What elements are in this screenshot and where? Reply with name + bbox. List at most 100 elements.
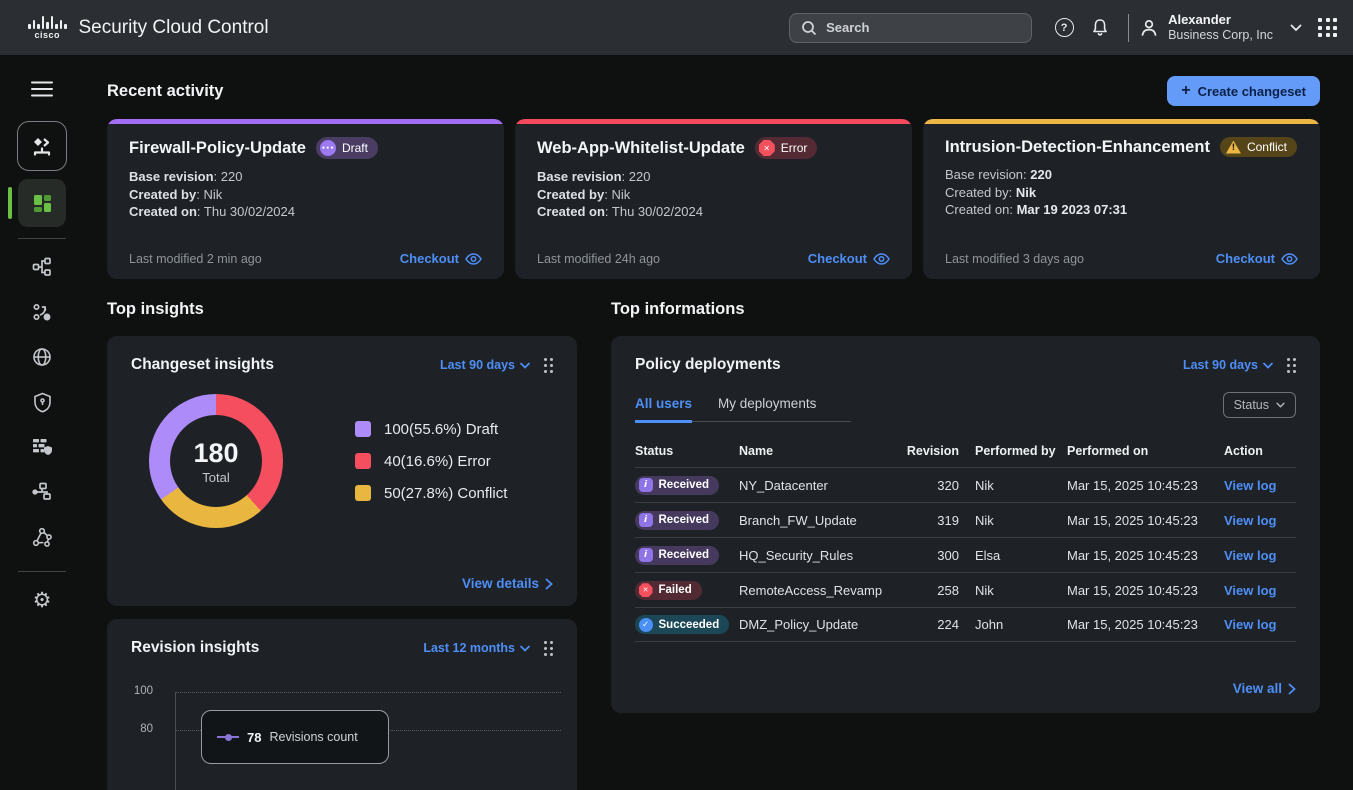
legend-item: 50(27.8%) Conflict — [355, 485, 507, 502]
last-modified-text: Last modified 3 days ago — [945, 252, 1084, 266]
sidebar-item-topology[interactable] — [24, 474, 60, 510]
policy-deployments-panel: Policy deployments Last 90 days All user… — [611, 336, 1320, 713]
sidebar-item-security[interactable] — [24, 384, 60, 420]
drag-handle-icon[interactable] — [1287, 358, 1296, 373]
badge-label: Conflict — [1247, 140, 1287, 154]
badge-label: Error — [781, 141, 808, 155]
last-modified-text: Last modified 24h ago — [537, 252, 660, 266]
meta-sep: : — [214, 169, 221, 184]
sidebar-item-integrations[interactable] — [24, 519, 60, 555]
panel-title: Policy deployments — [635, 356, 781, 374]
legend-swatch — [355, 421, 371, 437]
status-filter-dropdown[interactable]: Status — [1223, 392, 1296, 418]
checkout-link[interactable]: Checkout — [400, 251, 482, 266]
view-log-link[interactable]: View log — [1224, 617, 1296, 632]
search-box[interactable] — [789, 13, 1032, 43]
card-title: Intrusion-Detection-Enhancement — [945, 138, 1210, 157]
meta-value: 220 — [629, 169, 651, 184]
view-log-link[interactable]: View log — [1224, 513, 1296, 528]
checkout-link[interactable]: Checkout — [1216, 251, 1298, 266]
topology-icon — [32, 482, 53, 502]
notifications-button[interactable] — [1082, 10, 1118, 46]
gridline — [175, 692, 561, 693]
panel-title: Changeset insights — [131, 356, 274, 374]
table-row[interactable]: iReceived NY_Datacenter 320 Nik Mar 15, … — [635, 467, 1296, 502]
view-all-link[interactable]: View all — [1233, 681, 1296, 696]
donut-total-label: Total — [202, 470, 229, 485]
info-icon: i — [639, 548, 653, 562]
firewall-icon — [32, 437, 53, 457]
deployments-tabs: All users My deployments — [635, 396, 851, 422]
panel-title: Revision insights — [131, 639, 259, 657]
changeset-insights-panel: Changeset insights Last 90 days 180 Tot — [107, 336, 577, 606]
search-input[interactable] — [826, 20, 1020, 35]
changeset-card-draft[interactable]: Firewall-Policy-Update ••• Draft Base re… — [107, 119, 504, 279]
meta-label: Created by — [945, 185, 1009, 200]
tab-all-users[interactable]: All users — [635, 396, 692, 423]
table-row[interactable]: ✕Failed RemoteAccess_Revamp 258 Nik Mar … — [635, 572, 1296, 607]
changeset-card-error[interactable]: Web-App-Whitelist-Update ✕ Error Base re… — [515, 119, 912, 279]
meta-label: Created by — [129, 187, 196, 202]
period-dropdown[interactable]: Last 90 days — [1183, 358, 1273, 372]
sidebar-item-changesets[interactable] — [17, 121, 67, 171]
legend-label: 100(55.6%) Draft — [384, 421, 498, 438]
sidebar-item-workflows[interactable] — [24, 294, 60, 330]
help-button[interactable]: ? — [1046, 10, 1082, 46]
cell-name: NY_Datacenter — [739, 478, 903, 493]
checkout-label: Checkout — [400, 251, 459, 266]
cell-performed-by: Elsa — [975, 548, 1067, 563]
meta-value: Nik — [611, 187, 630, 202]
sidebar: ⚙ — [0, 55, 84, 790]
meta-value: Nik — [1016, 185, 1036, 200]
eye-icon — [1281, 253, 1298, 265]
tab-my-deployments[interactable]: My deployments — [718, 396, 816, 423]
cell-name: Branch_FW_Update — [739, 513, 903, 528]
drag-handle-icon[interactable] — [544, 641, 553, 656]
user-menu[interactable]: Alexander Business Corp, Inc — [1139, 12, 1302, 43]
meta-sep: : — [197, 204, 204, 219]
table-row[interactable]: iReceived Branch_FW_Update 319 Nik Mar 1… — [635, 502, 1296, 537]
view-log-link[interactable]: View log — [1224, 583, 1296, 598]
drag-handle-icon[interactable] — [544, 358, 553, 373]
table-row[interactable]: ✓Succeeded DMZ_Policy_Update 224 John Ma… — [635, 607, 1296, 642]
sidebar-item-dashboard[interactable] — [18, 179, 66, 227]
sidebar-item-global[interactable] — [24, 339, 60, 375]
apps-grid-icon[interactable] — [1318, 18, 1337, 37]
cell-performed-on: Mar 15, 2025 10:45:23 — [1067, 513, 1224, 528]
search-icon — [801, 20, 817, 36]
changeset-donut: 180 Total — [149, 394, 283, 528]
draft-dots-icon: ••• — [320, 140, 336, 156]
view-details-label: View details — [462, 576, 539, 591]
chart-tooltip: 78 Revisions count — [201, 710, 389, 764]
period-dropdown[interactable]: Last 90 days — [440, 358, 530, 372]
status-label: Received — [659, 549, 710, 561]
period-dropdown[interactable]: Last 12 months — [423, 641, 530, 655]
meta-label: Created by — [537, 187, 604, 202]
menu-toggle-button[interactable] — [24, 71, 60, 107]
chevron-down-icon — [1290, 24, 1302, 32]
sidebar-divider-bottom — [18, 571, 66, 572]
y-tick: 80 — [107, 723, 153, 735]
legend-label: 40(16.6%) Error — [384, 453, 491, 470]
table-row[interactable]: iReceived HQ_Security_Rules 300 Elsa Mar… — [635, 537, 1296, 572]
changeset-card-conflict[interactable]: Intrusion-Detection-Enhancement ! Confli… — [923, 119, 1320, 279]
sidebar-item-settings[interactable]: ⚙ — [24, 582, 60, 618]
bell-icon — [1091, 18, 1109, 37]
view-log-link[interactable]: View log — [1224, 478, 1296, 493]
create-changeset-button[interactable]: + Create changeset — [1167, 76, 1320, 106]
view-details-link[interactable]: View details — [462, 576, 553, 591]
sidebar-item-inventory[interactable] — [24, 249, 60, 285]
user-name: Alexander — [1168, 12, 1273, 28]
status-badge-conflict: ! Conflict — [1220, 137, 1297, 157]
meta-label: Base revision — [537, 169, 622, 184]
help-icon: ? — [1055, 18, 1074, 37]
cell-revision: 258 — [903, 583, 975, 598]
col-performed-on: Performed on — [1067, 444, 1224, 458]
checkout-link[interactable]: Checkout — [808, 251, 890, 266]
workflow-icon — [32, 302, 52, 322]
cell-revision: 300 — [903, 548, 975, 563]
status-pill-received: iReceived — [635, 511, 719, 530]
view-log-link[interactable]: View log — [1224, 548, 1296, 563]
failed-x-icon: ✕ — [639, 583, 653, 597]
sidebar-item-firewall[interactable] — [24, 429, 60, 465]
